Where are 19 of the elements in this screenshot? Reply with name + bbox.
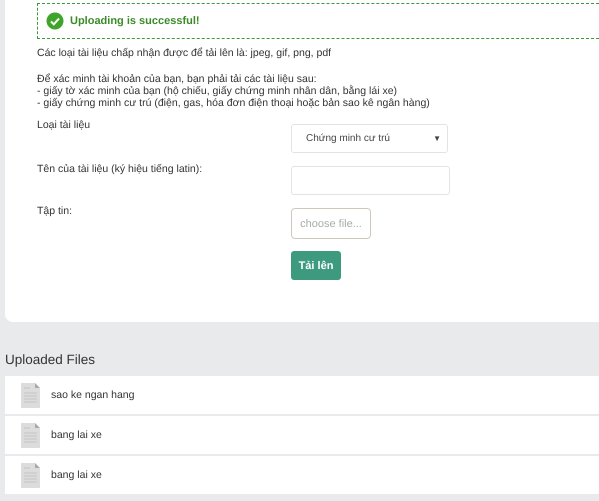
caret-icon: ▼ xyxy=(433,134,441,143)
file-row[interactable]: bang lai xe xyxy=(5,456,599,494)
instructions-text: Để xác minh tài khoản của bạn, bạn phải tải các tài liệu sau: xyxy=(37,73,318,85)
document-icon xyxy=(21,462,40,488)
requirement-item: - giấy chứng minh cư trú (điện, gas, hóa đơn điện thoại hoặc bản sao kê ngân hàng) xyxy=(37,97,431,109)
field-label: Loại tài liệu xyxy=(37,118,92,133)
alert-message: Uploading is successful! xyxy=(70,15,200,27)
requirement-item: - giấy tờ xác minh của bạn (hộ chiếu, giấy chứng minh nhân dân, bằng lái xe) xyxy=(37,85,398,97)
section-title: Uploaded Files xyxy=(5,352,96,367)
field-label: Tập tin: xyxy=(37,204,74,219)
document-name-field[interactable] xyxy=(291,166,450,195)
accepted-types-text: Các loại tài liệu chấp nhận được để tải lên là: jpeg, gif, png, pdf xyxy=(37,47,332,59)
file-row[interactable]: bang lai xe xyxy=(5,416,599,454)
check-icon xyxy=(46,12,64,30)
document-icon xyxy=(21,422,40,448)
document-type-select[interactable]: Chứng minh cư trú ▼ xyxy=(291,124,448,153)
field-label: Tên của tài liệu (ký hiệu tiếng latin): xyxy=(37,162,204,177)
document-icon xyxy=(21,382,40,408)
file-row[interactable]: sao ke ngan hang xyxy=(5,376,599,414)
